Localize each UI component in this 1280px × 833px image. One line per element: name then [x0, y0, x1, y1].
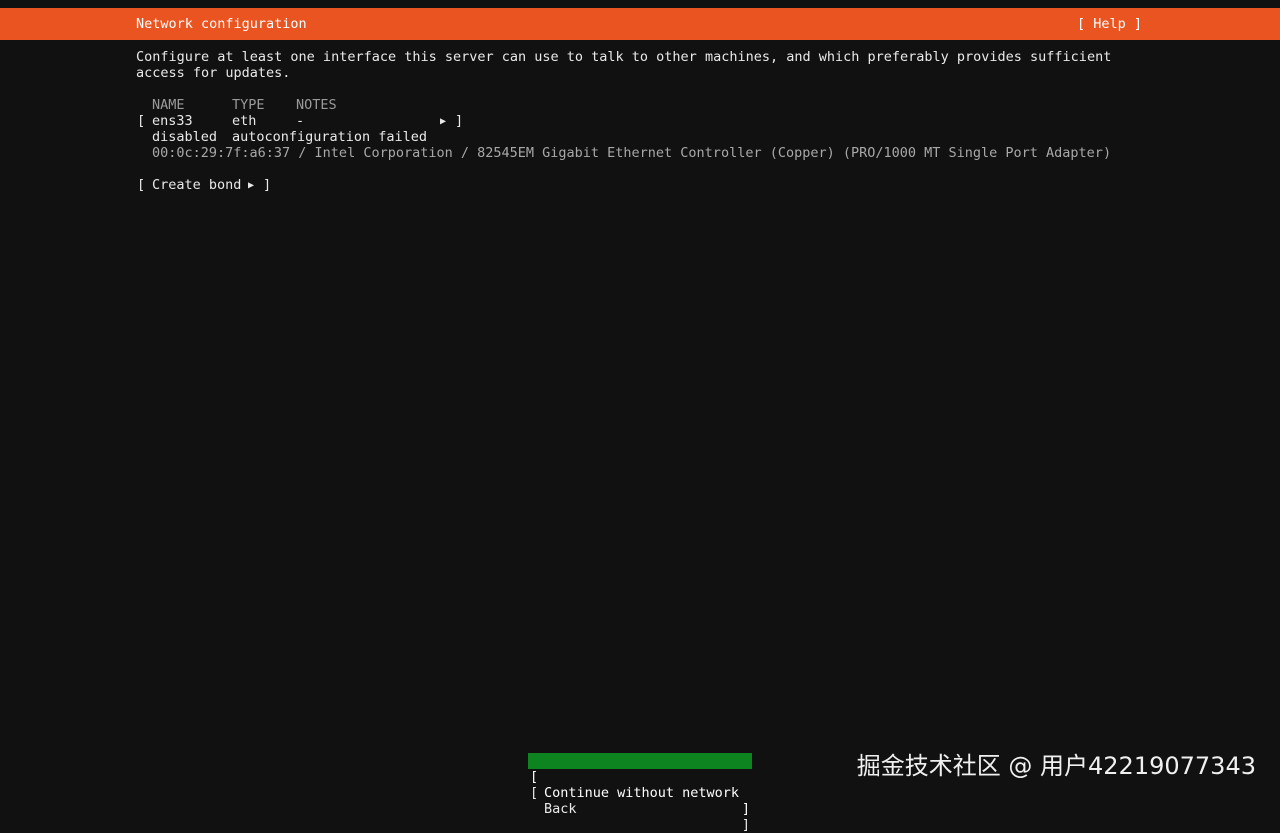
back-open-bracket: [ [530, 785, 539, 801]
continue-without-network-button[interactable]: [ Continue without network ] [528, 753, 752, 817]
back-button[interactable]: [ Back ] [528, 769, 752, 833]
column-header-name: NAME [152, 97, 185, 113]
back-close-bracket: ] [741, 817, 750, 833]
column-header-type: TYPE [232, 97, 265, 113]
interface-hardware-info: 00:0c:29:7f:a6:37 / Intel Corporation / … [152, 145, 1112, 161]
help-button[interactable]: [ Help ] [1077, 16, 1142, 32]
create-bond-open-bracket: [ [137, 177, 146, 193]
create-bond-label: Create bond [152, 177, 242, 193]
continue-close-bracket: ] [741, 801, 750, 817]
back-label: Back [544, 801, 577, 817]
create-bond-arrow-icon: ▶ [248, 180, 255, 191]
title-bar: Network configuration [ Help ] [0, 8, 1280, 40]
watermark: 掘金技术社区 @ 用户42219077343 [856, 752, 1256, 780]
interface-type: eth [232, 113, 257, 129]
interface-status-detail: autoconfiguration failed [232, 129, 428, 145]
continue-label: Continue without network [544, 785, 740, 801]
description-line-2: access for updates. [136, 65, 291, 81]
description-line-1: Configure at least one interface this se… [136, 49, 1112, 65]
interface-status: disabled [152, 129, 218, 145]
create-bond-close-bracket: ] [263, 177, 272, 193]
column-header-notes: NOTES [296, 97, 337, 113]
page-title: Network configuration [136, 16, 307, 32]
interface-name: ens33 [152, 113, 193, 129]
interface-notes: - [296, 113, 305, 129]
interface-menu-arrow-icon[interactable]: ▶ [440, 113, 446, 130]
interface-row-close-bracket: ] [455, 113, 464, 129]
interface-row-open-bracket: [ [137, 113, 146, 129]
